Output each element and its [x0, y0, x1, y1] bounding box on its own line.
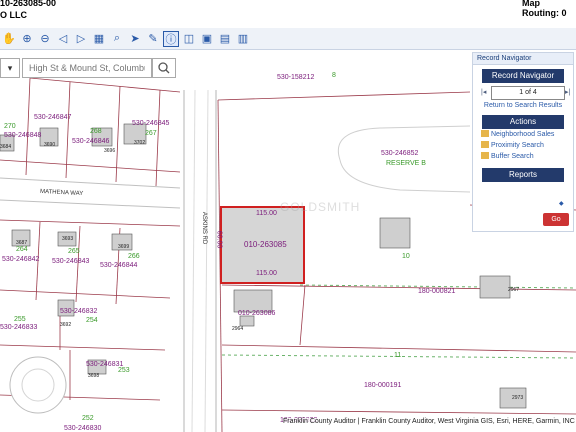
lot-number: 8	[332, 72, 336, 79]
lot-number: 254	[86, 317, 98, 324]
layers-icon[interactable]: ▤	[218, 32, 232, 46]
parcel-id-header: 10-263085-00	[0, 0, 57, 8]
map-toolbar: ✋ ⊕ ⊖ ◁ ▷ ▦ ⌕ ➤ ✎ ⓘ ◫ ▣ ▤ ▥	[0, 28, 576, 50]
lot-number: 266	[128, 253, 140, 260]
lot-number: 265	[68, 248, 80, 255]
first-record-icon[interactable]: |◂	[481, 88, 486, 96]
back-icon[interactable]: ◁	[56, 32, 70, 46]
house-number: 3699	[118, 244, 130, 250]
street-label: MATHENA WAY	[39, 188, 84, 198]
lot-number: 252	[82, 415, 94, 422]
lot-number: 270	[4, 123, 16, 130]
select-icon[interactable]: ➤	[128, 32, 142, 46]
house-icon	[481, 130, 489, 137]
selected-dim-side: 60.00	[215, 230, 223, 249]
parcel-label: 530-246832	[60, 308, 98, 315]
actions-title: Actions	[482, 115, 564, 129]
house-number: 2973	[512, 395, 524, 401]
header-bar: 10-263085-00 O LLC Map Routing: 0	[0, 0, 576, 28]
lot-number: 267	[145, 130, 157, 137]
record-position: 1 of 4	[491, 86, 565, 100]
search-input[interactable]	[22, 58, 152, 78]
forward-icon[interactable]: ▷	[74, 32, 88, 46]
action-proximity-search[interactable]: Proximity Search	[473, 140, 573, 151]
parcel-label: 180-000821	[418, 288, 456, 295]
house-number: 3698	[88, 373, 100, 379]
lot-number: 264	[16, 246, 28, 253]
record-navigator-header[interactable]: Record Navigator	[473, 53, 573, 65]
last-record-icon[interactable]: ▸|	[565, 88, 570, 96]
search-bar: ▾	[0, 58, 178, 78]
parcel-label: 530-246848	[4, 132, 42, 139]
record-pager: |◂ 1 of 4 ▸|	[473, 86, 573, 100]
house-number: 3696	[104, 148, 116, 154]
lot-number: 11	[394, 352, 402, 359]
parcel-label: 530-158212	[277, 74, 315, 81]
zoom-in-icon[interactable]: ⊕	[20, 32, 34, 46]
house-number: 3693	[62, 236, 74, 242]
pan-icon[interactable]: ✋	[2, 32, 16, 46]
reports-title: Reports	[482, 168, 564, 182]
lot-number: 255	[14, 316, 26, 323]
search-icon	[158, 62, 170, 74]
owner-header: O LLC	[0, 10, 27, 20]
print-icon[interactable]: ▦	[92, 32, 106, 46]
selected-dim-top: 115.00	[256, 210, 277, 217]
go-button[interactable]: Go	[543, 213, 569, 226]
selected-dim-bottom: 115.00	[256, 270, 277, 277]
basemap-icon[interactable]: ▥	[236, 32, 250, 46]
record-navigator-panel: Record Navigator Record Navigator |◂ 1 o…	[472, 52, 574, 232]
search-type-dropdown[interactable]: ▾	[0, 58, 20, 78]
parcel-label: 530-246843	[52, 258, 90, 265]
zoom-out-icon[interactable]: ⊖	[38, 32, 52, 46]
parcel-label: 530-246845	[132, 120, 170, 127]
house-number: 3692	[60, 322, 72, 328]
house-icon	[481, 141, 489, 148]
parcel-icon[interactable]: ▣	[200, 32, 214, 46]
house-number: 2964	[232, 326, 244, 332]
action-buffer-search[interactable]: Buffer Search	[473, 151, 573, 162]
lot-number: 10	[402, 253, 410, 260]
parcel-label: 530-246852	[381, 150, 419, 157]
parcel-label: 530-246842	[2, 256, 40, 263]
search-button[interactable]	[152, 58, 176, 78]
parcel-label: 010-263086	[238, 310, 276, 317]
house-number: 3684	[0, 144, 12, 150]
map-routing-label: Map Routing: 0	[522, 0, 567, 18]
selected-parcel-label: 010-263085	[244, 240, 287, 249]
parcel-label: 180-000191	[364, 382, 402, 389]
parcel-label: 530-246833	[0, 324, 38, 331]
house-number: 3702	[134, 140, 146, 146]
measure-icon[interactable]: ✎	[146, 32, 160, 46]
map-attribution: Franklin County Auditor | Franklin Count…	[283, 418, 575, 425]
house-number: 2967	[508, 287, 520, 293]
parcel-label: 530-246846	[72, 138, 110, 145]
house-icon	[481, 152, 489, 159]
lot-number: 268	[90, 128, 102, 135]
parcel-label: 530-246844	[100, 262, 138, 269]
parcel-label: 530-246830	[64, 425, 102, 432]
house-number: 3687	[16, 240, 28, 246]
chevron-icon[interactable]: ◆	[559, 200, 564, 207]
buffer-icon[interactable]: ◫	[182, 32, 196, 46]
house-number: 3690	[44, 142, 56, 148]
action-neighborhood-sales[interactable]: Neighborhood Sales	[473, 129, 573, 140]
lot-number: 253	[118, 367, 130, 374]
ownership-watermark: GOLDSMITH	[280, 200, 361, 214]
return-to-search-link[interactable]: Return to Search Results	[473, 102, 573, 109]
parcel-label: 530-246847	[34, 114, 72, 121]
zoom-box-icon[interactable]: ⌕	[110, 32, 124, 46]
record-navigator-title: Record Navigator	[482, 69, 564, 83]
road-label: ASKINS RD	[201, 211, 208, 245]
lot-number: RESERVE B	[386, 160, 426, 167]
identify-icon[interactable]: ⓘ	[163, 30, 179, 47]
